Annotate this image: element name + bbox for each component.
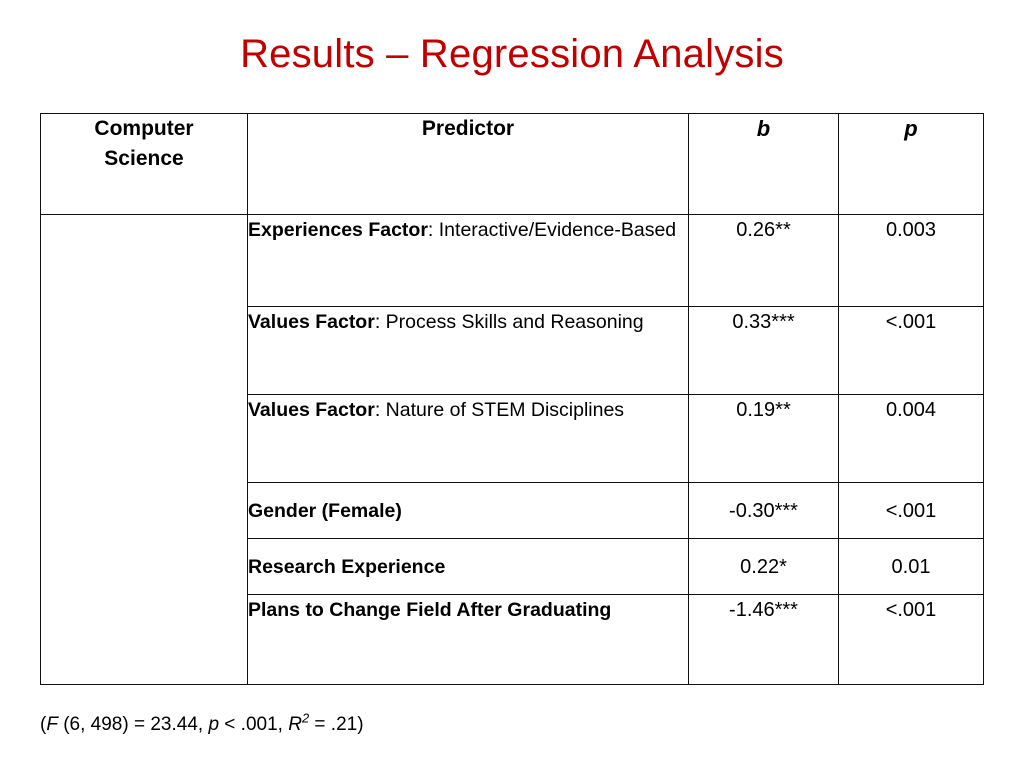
column-header-group: Computer Science	[40, 113, 248, 215]
predictor-cell: Plans to Change Field After Graduating	[247, 594, 689, 685]
predictor-label-bold: Values Factor	[248, 311, 375, 333]
page-title: Results – Regression Analysis	[240, 32, 784, 76]
b-value-cell: -1.46***	[688, 594, 839, 685]
p-value-cell: 0.003	[838, 214, 984, 307]
predictor-label-rest: : Interactive/Evidence-Based	[427, 219, 677, 241]
p-value-cell: <.001	[838, 482, 984, 539]
predictor-cell: Values Factor: Process Skills and Reason…	[247, 306, 689, 395]
column-header-group-line2: Science	[104, 147, 184, 170]
predictor-label-rest: : Nature of STEM Disciplines	[374, 399, 625, 421]
predictor-label-bold: Plans to Change Field After Graduating	[248, 599, 612, 621]
p-value-cell: 0.004	[838, 394, 984, 483]
p-value-cell: 0.01	[838, 538, 984, 595]
table-header-row: Computer Science Predictor b p	[40, 113, 984, 215]
b-value-cell: 0.22*	[688, 538, 839, 595]
predictor-label-rest: : Process Skills and Reasoning	[374, 311, 644, 333]
footnote-f-detail: (6, 498) = 23.44,	[57, 714, 209, 735]
predictor-label-bold: Gender (Female)	[248, 499, 402, 522]
predictor-cell: Gender (Female)	[247, 482, 689, 539]
predictor-label-bold: Values Factor	[248, 399, 375, 421]
column-header-b: b	[688, 113, 839, 215]
b-value-cell: 0.33***	[688, 306, 839, 395]
predictor-label-bold: Experiences Factor	[248, 219, 428, 241]
column-header-predictor: Predictor	[247, 113, 689, 215]
p-value-cell: <.001	[838, 306, 984, 395]
b-value-cell: 0.26**	[688, 214, 839, 307]
predictor-cell: Values Factor: Nature of STEM Discipline…	[247, 394, 689, 483]
predictor-cell: Research Experience	[247, 538, 689, 595]
footnote-p-detail: < .001,	[219, 714, 289, 735]
b-value-cell: -0.30***	[688, 482, 839, 539]
group-label-cell	[40, 214, 248, 685]
p-value-cell: <.001	[838, 594, 984, 685]
predictor-label-bold: Research Experience	[248, 555, 446, 578]
column-header-group-line1: Computer	[94, 117, 194, 140]
model-fit-footnote: (F (6, 498) = 23.44, p < .001, R2 = .21)	[40, 712, 364, 738]
footnote-r-symbol: R	[288, 714, 302, 735]
footnote-r-detail: = .21)	[309, 714, 364, 735]
regression-results-table: Computer Science Predictor b p Experienc…	[40, 113, 984, 685]
table-row: Experiences Factor: Interactive/Evidence…	[40, 214, 984, 685]
footnote-p-symbol: p	[208, 714, 220, 735]
predictor-cell: Experiences Factor: Interactive/Evidence…	[247, 214, 689, 307]
column-header-p: p	[838, 113, 984, 215]
b-value-cell: 0.19**	[688, 394, 839, 483]
footnote-f-symbol: F	[46, 714, 58, 735]
